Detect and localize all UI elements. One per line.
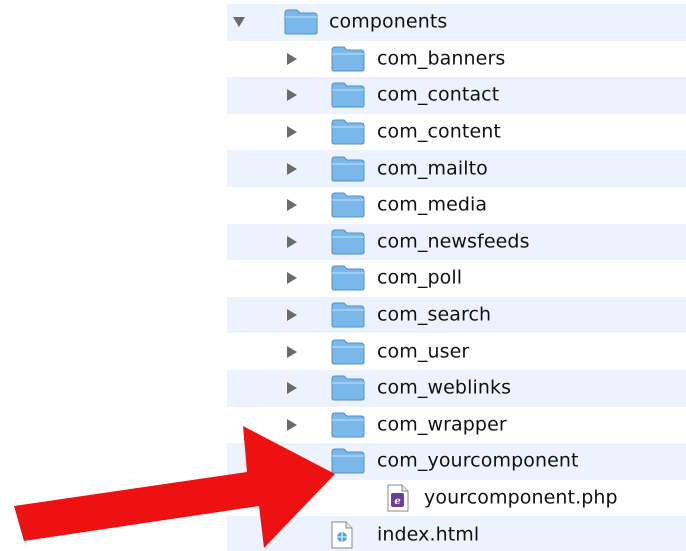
tree-row-com-poll[interactable]: com_poll xyxy=(227,260,686,297)
tree-row-components[interactable]: components xyxy=(227,4,686,41)
tree-row-label: com_mailto xyxy=(377,157,488,180)
disclosure-collapsed-icon[interactable] xyxy=(284,380,300,396)
tree-row-com-weblinks[interactable]: com_weblinks xyxy=(227,369,686,407)
tree-row-label: com_poll xyxy=(377,267,463,290)
tree-row-com-user[interactable]: com_user xyxy=(227,333,686,370)
tree-row-com-media[interactable]: com_media xyxy=(227,187,686,224)
folder-icon xyxy=(331,375,365,401)
disclosure-collapsed-icon[interactable] xyxy=(284,307,300,323)
tree-row-label: com_newsfeeds xyxy=(377,230,530,253)
tree-row-label: com_content xyxy=(377,120,501,143)
html-file-icon xyxy=(331,521,353,549)
disclosure-expanded-icon[interactable] xyxy=(231,14,247,30)
disclosure-expanded-icon[interactable] xyxy=(284,453,300,469)
tree-row-com-newsfeeds[interactable]: com_newsfeeds xyxy=(227,223,686,261)
tree-row-label: com_user xyxy=(377,340,470,363)
tree-row-com-mailto[interactable]: com_mailto xyxy=(227,150,686,187)
disclosure-collapsed-icon[interactable] xyxy=(284,234,300,250)
folder-icon xyxy=(331,448,365,474)
disclosure-collapsed-icon[interactable] xyxy=(284,344,300,360)
disclosure-collapsed-icon[interactable] xyxy=(284,87,300,103)
tree-row-index-html[interactable]: index.html xyxy=(227,516,686,551)
tree-row-label: components xyxy=(329,10,448,33)
tree-row-yourcomponent-php[interactable]: ℯ yourcomponent.php xyxy=(227,480,686,517)
folder-icon xyxy=(331,82,365,108)
folder-icon xyxy=(331,302,365,328)
screenshot-canvas: components com_banners com_contact com_c… xyxy=(0,0,686,551)
tree-row-label: com_media xyxy=(377,193,488,216)
folder-icon xyxy=(331,339,365,365)
disclosure-collapsed-icon[interactable] xyxy=(284,270,300,286)
folder-icon xyxy=(331,229,365,255)
folder-icon xyxy=(331,46,365,72)
tree-row-com-yourcomponent[interactable]: com_yourcomponent xyxy=(227,443,686,480)
tree-row-com-contact[interactable]: com_contact xyxy=(227,77,686,114)
tree-row-com-content[interactable]: com_content xyxy=(227,114,686,151)
tree-row-com-wrapper[interactable]: com_wrapper xyxy=(227,407,686,444)
tree-row-label: com_wrapper xyxy=(377,413,507,436)
folder-icon xyxy=(331,192,365,218)
php-file-icon: ℯ xyxy=(387,484,409,512)
tree-row-label: yourcomponent.php xyxy=(424,486,618,509)
disclosure-collapsed-icon[interactable] xyxy=(284,197,300,213)
tree-row-com-banners[interactable]: com_banners xyxy=(227,41,686,78)
tree-row-label: com_contact xyxy=(377,84,500,107)
disclosure-collapsed-icon[interactable] xyxy=(284,51,300,67)
folder-icon xyxy=(331,156,365,182)
folder-icon xyxy=(331,412,365,438)
folder-icon xyxy=(331,265,365,291)
file-tree: components com_banners com_contact com_c… xyxy=(227,4,686,551)
tree-row-label: com_weblinks xyxy=(377,376,512,399)
folder-icon xyxy=(331,119,365,145)
disclosure-collapsed-icon[interactable] xyxy=(284,161,300,177)
disclosure-collapsed-icon[interactable] xyxy=(284,417,300,433)
tree-row-label: index.html xyxy=(377,523,480,546)
disclosure-collapsed-icon[interactable] xyxy=(284,124,300,140)
folder-icon xyxy=(284,9,318,35)
tree-row-com-search[interactable]: com_search xyxy=(227,296,686,334)
tree-row-label: com_search xyxy=(377,303,492,326)
tree-row-label: com_banners xyxy=(377,47,506,70)
svg-text:ℯ: ℯ xyxy=(394,496,401,507)
tree-row-label: com_yourcomponent xyxy=(377,449,579,472)
